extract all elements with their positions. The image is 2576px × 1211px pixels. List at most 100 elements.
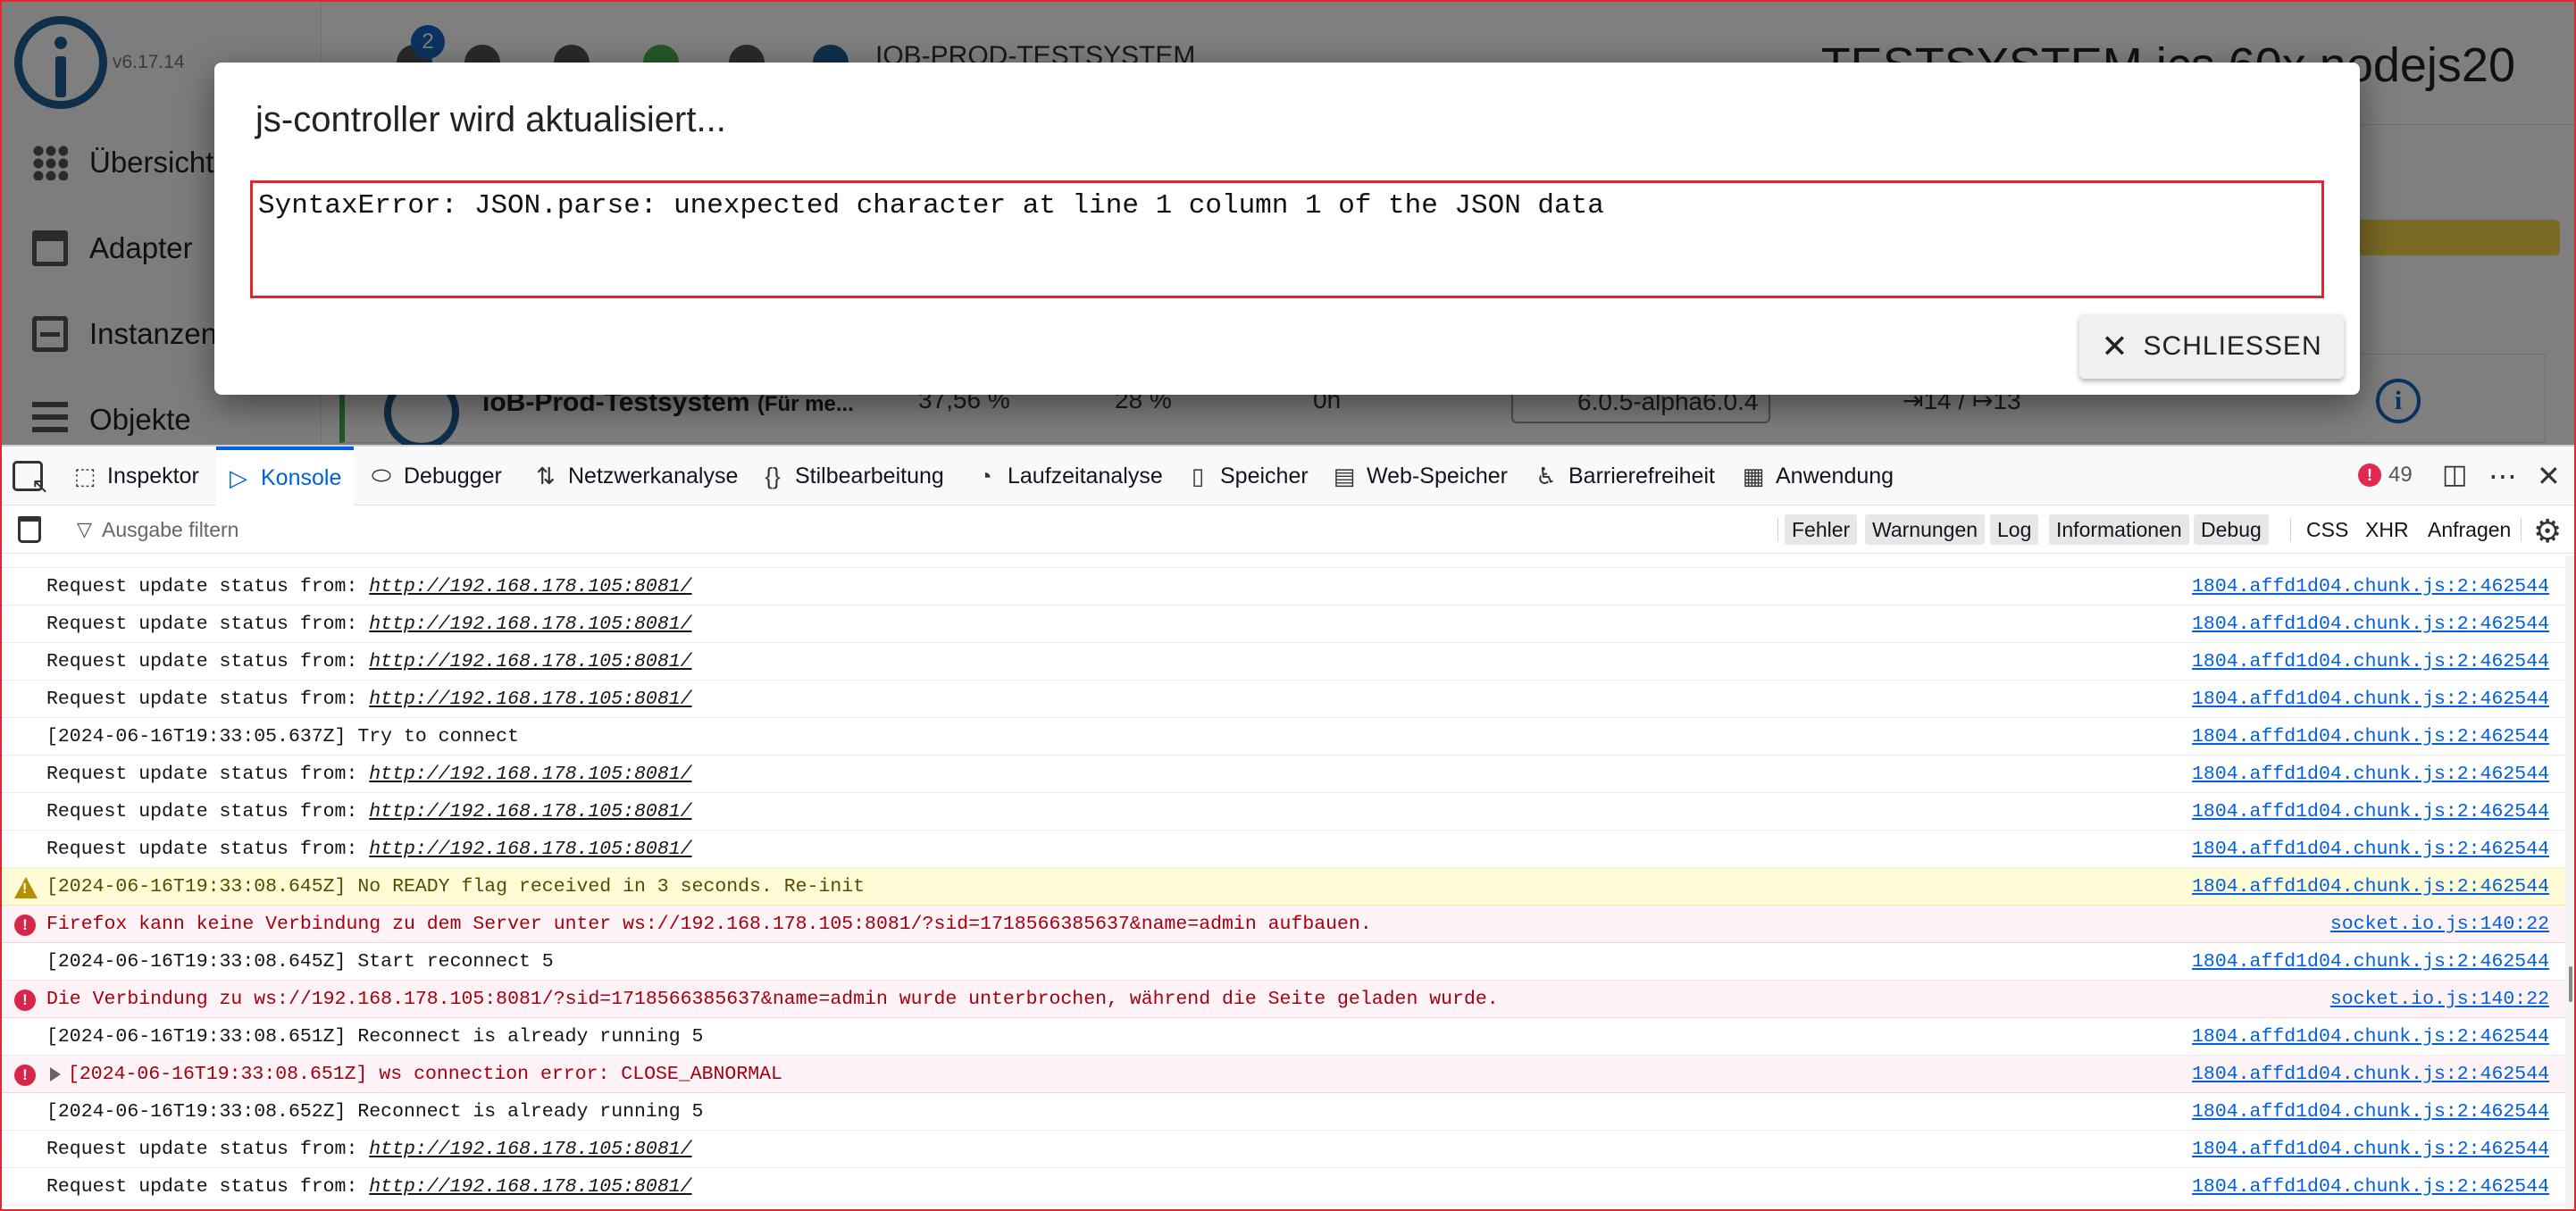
filter-input[interactable] [102, 514, 1754, 545]
log-row: Request update status from: http://192.1… [0, 1206, 2565, 1211]
filter-log-toggle[interactable]: Log [1990, 514, 2039, 545]
console-scrollbar[interactable] [2565, 555, 2576, 1211]
log-source-link[interactable]: 1804.affd1d04.chunk.js:2:462544 [2192, 801, 2549, 823]
error-icon: ! [14, 990, 36, 1011]
log-source-link[interactable]: 1804.affd1d04.chunk.js:2:462544 [2192, 726, 2549, 747]
log-text: Request update status from: [46, 614, 370, 635]
dock-side-icon[interactable]: ◫ [2442, 459, 2467, 490]
log-source-link[interactable]: 1804.affd1d04.chunk.js:2:462544 [2192, 764, 2549, 785]
log-source-link[interactable]: 1804.affd1d04.chunk.js:2:462544 [2192, 576, 2549, 597]
divider [2290, 518, 2291, 541]
log-row: Request update status from: http://192.1… [0, 606, 2565, 643]
log-row: ! Firefox kann keine Verbindung zu dem Se… [0, 906, 2565, 943]
log-message: [2024-06-16T19:33:08.645Z] No READY flag… [46, 876, 865, 898]
tab-label: Barrierefreiheit [1568, 463, 1715, 489]
log-row: [2024-06-16T19:33:08.651Z] Reconnect is … [0, 1018, 2565, 1056]
log-row: Request update status from: http://192.1… [0, 643, 2565, 681]
tab-web-speicher[interactable]: ▤ Web-Speicher [1331, 447, 1508, 505]
expand-triangle-icon[interactable] [50, 1067, 61, 1082]
filter-errors-toggle[interactable]: Fehler [1785, 514, 1858, 545]
tab-label: Laufzeitanalyse [1008, 463, 1163, 489]
log-row: Request update status from: http://192.1… [0, 1131, 2565, 1168]
performance-icon: ◔ [978, 462, 992, 489]
log-message: Request update status from: http://192.1… [46, 576, 692, 597]
log-row-partial [0, 555, 2565, 568]
filter-xhr-toggle[interactable]: XHR [2365, 514, 2409, 545]
log-source-link[interactable]: socket.io.js:140:22 [2330, 989, 2549, 1010]
log-url-link[interactable]: http://192.168.178.105:8081/ [369, 1139, 691, 1160]
log-message: Request update status from: http://192.1… [46, 764, 692, 785]
tab-laufzeitanalyse[interactable]: ◔ Laufzeitanalyse [972, 447, 1163, 505]
tab-debugger[interactable]: ⬭ Debugger [368, 447, 502, 505]
console-output: Request update status from: http://192.1… [0, 555, 2565, 1211]
log-message: [2024-06-16T19:33:08.651Z] Reconnect is … [46, 1026, 703, 1048]
element-picker-icon[interactable] [13, 461, 49, 499]
update-dialog: js-controller wird aktualisiert... Synta… [214, 63, 2360, 395]
filter-debug-toggle[interactable]: Debug [2194, 514, 2269, 545]
log-message: Request update status from: http://192.1… [46, 1176, 692, 1198]
log-url-link[interactable]: http://192.168.178.105:8081/ [369, 1176, 691, 1198]
log-text: Request update status from: [46, 576, 370, 597]
tab-anwendung[interactable]: ▦ Anwendung [1740, 447, 1894, 505]
console-settings-gear-icon[interactable]: ⚙ [2533, 513, 2562, 550]
log-source-link[interactable]: 1804.affd1d04.chunk.js:2:462544 [2192, 876, 2549, 898]
network-icon: ⇅ [536, 462, 556, 489]
tab-label: Inspektor [107, 463, 199, 489]
error-icon: ! [2358, 464, 2381, 487]
clear-console-icon[interactable] [18, 516, 41, 543]
scrollbar-thumb[interactable] [2569, 966, 2572, 1002]
log-url-link[interactable]: http://192.168.178.105:8081/ [369, 689, 691, 710]
filter-info-toggle[interactable]: Informationen [2049, 514, 2189, 545]
log-message: Request update status from: http://192.1… [46, 1139, 692, 1160]
log-text: Request update status from: [46, 764, 370, 785]
error-icon: ! [14, 1065, 36, 1086]
tab-barrierefreiheit[interactable]: ♿ Barrierefreiheit [1533, 447, 1715, 505]
log-url-link[interactable]: http://192.168.178.105:8081/ [369, 614, 691, 635]
tab-label: Anwendung [1776, 463, 1894, 489]
log-message: Request update status from: http://192.1… [46, 614, 692, 635]
log-source-link[interactable]: 1804.affd1d04.chunk.js:2:462544 [2192, 1176, 2549, 1198]
log-text: [2024-06-16T19:33:08.651Z] ws connection… [68, 1064, 782, 1085]
tab-konsole[interactable]: ▷ Konsole [216, 447, 355, 505]
log-url-link[interactable]: http://192.168.178.105:8081/ [369, 576, 691, 597]
filter-requests-toggle[interactable]: Anfragen [2428, 514, 2511, 545]
log-source-link[interactable]: 1804.affd1d04.chunk.js:2:462544 [2192, 1064, 2549, 1085]
tab-speicher[interactable]: ▯ Speicher [1184, 447, 1309, 505]
filter-css-toggle[interactable]: CSS [2306, 514, 2348, 545]
tab-stilbearbeitung[interactable]: {} Stilbearbeitung [759, 447, 943, 505]
log-row: ! Die Verbindung zu ws://192.168.178.105:… [0, 981, 2565, 1018]
log-url-link[interactable]: http://192.168.178.105:8081/ [369, 801, 691, 823]
log-source-link[interactable]: socket.io.js:140:22 [2330, 914, 2549, 935]
error-counter[interactable]: ! 49 [2358, 463, 2413, 488]
log-source-link[interactable]: 1804.affd1d04.chunk.js:2:462544 [2192, 1026, 2549, 1048]
log-url-link[interactable]: http://192.168.178.105:8081/ [369, 651, 691, 672]
log-message: Request update status from: http://192.1… [46, 801, 692, 823]
close-devtools-icon[interactable]: ✕ [2537, 459, 2561, 493]
close-button-label: SCHLIESSEN [2143, 331, 2322, 361]
log-text: [2024-06-16T19:33:08.645Z] No READY flag… [46, 876, 866, 898]
log-text: [2024-06-16T19:33:05.637Z] Try to connec… [46, 726, 519, 747]
console-filter-bar: ▽ Fehler Warnungen Log Informationen Deb… [0, 505, 2576, 554]
tab-netzwerkanalyse[interactable]: ⇅ Netzwerkanalyse [532, 447, 738, 505]
log-source-link[interactable]: 1804.affd1d04.chunk.js:2:462544 [2192, 614, 2549, 635]
log-message: Request update status from: http://192.1… [46, 839, 692, 860]
log-row: Request update status from: http://192.1… [0, 681, 2565, 718]
log-message: [2024-06-16T19:33:05.637Z] Try to connec… [46, 726, 519, 747]
error-icon: ! [14, 915, 36, 936]
log-source-link[interactable]: 1804.affd1d04.chunk.js:2:462544 [2192, 1101, 2549, 1123]
log-text: Request update status from: [46, 1139, 370, 1160]
log-message: Firefox kann keine Verbindung zu dem Ser… [46, 914, 1372, 935]
filter-warnings-toggle[interactable]: Warnungen [1865, 514, 1986, 545]
close-button[interactable]: ✕ SCHLIESSEN [2079, 314, 2344, 379]
log-source-link[interactable]: 1804.affd1d04.chunk.js:2:462544 [2192, 1139, 2549, 1160]
log-source-link[interactable]: 1804.affd1d04.chunk.js:2:462544 [2192, 951, 2549, 973]
log-source-link[interactable]: 1804.affd1d04.chunk.js:2:462544 [2192, 651, 2549, 672]
log-row: [2024-06-16T19:33:08.652Z] Reconnect is … [0, 1093, 2565, 1131]
log-url-link[interactable]: http://192.168.178.105:8081/ [369, 764, 691, 785]
log-source-link[interactable]: 1804.affd1d04.chunk.js:2:462544 [2192, 689, 2549, 710]
log-url-link[interactable]: http://192.168.178.105:8081/ [369, 839, 691, 860]
log-source-link[interactable]: 1804.affd1d04.chunk.js:2:462544 [2192, 839, 2549, 860]
divider [2521, 518, 2522, 541]
more-options-icon[interactable]: ⋯ [2488, 459, 2517, 493]
tab-inspektor[interactable]: ⬚ Inspektor [71, 447, 199, 505]
